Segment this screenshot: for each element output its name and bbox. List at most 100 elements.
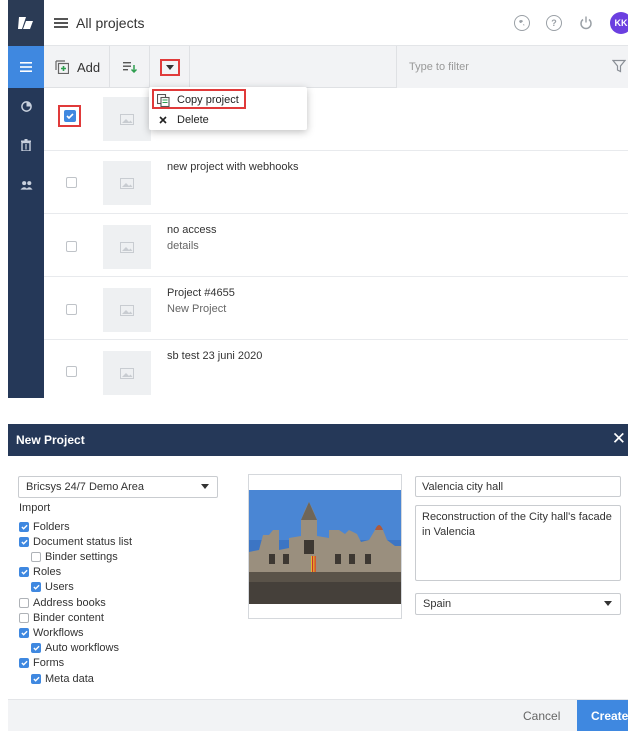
checkbox-checked-icon[interactable] [31,643,41,654]
project-thumbnail[interactable] [103,97,151,141]
sidebar-item-projects[interactable] [8,46,44,88]
close-icon[interactable]: ✕ [612,430,626,448]
import-option-label: Folders [33,520,70,533]
help-icon[interactable]: ? [546,15,562,31]
checkbox-checked-icon[interactable] [31,582,41,593]
cancel-button[interactable]: Cancel [523,709,560,723]
checkbox-checked-icon[interactable] [19,567,29,578]
country-select[interactable]: Spain [415,593,621,615]
menu-icon [20,62,32,72]
create-button[interactable]: Create [577,700,628,731]
project-thumbnail[interactable] [103,161,151,205]
project-name[interactable]: new project with webhooks [167,161,298,173]
copy-icon [157,93,170,107]
import-option[interactable]: Forms [19,656,64,671]
new-project-dialog: New Project ✕ Bricsys 24/7 Demo Area Imp… [8,424,628,731]
table-row[interactable]: Project #4655 New Project [44,277,628,340]
import-option-label: Binder content [33,611,104,624]
caret-down-icon [165,64,174,70]
toolbar: Add [44,46,628,88]
project-image[interactable] [248,474,402,619]
filter-input[interactable] [397,46,628,88]
project-name-field[interactable] [415,476,621,497]
import-option[interactable]: Meta data [31,671,94,686]
checkbox-unchecked-icon[interactable] [19,612,29,623]
row-checkbox[interactable] [66,241,77,252]
highlight-box [58,105,81,127]
dialog-header: New Project ✕ [8,424,628,456]
filter-icon[interactable] [612,59,626,73]
project-name[interactable]: Project #4655 [167,287,235,299]
import-option-label: Users [45,581,74,594]
logo-icon [18,17,33,29]
page-title: All projects [76,14,145,31]
import-option[interactable]: Address books [19,595,106,610]
menu-item-copy-project[interactable]: Copy project [149,90,307,110]
city-hall-photo [249,490,401,604]
import-option[interactable]: Document status list [19,534,132,549]
project-name[interactable]: no access [167,224,217,236]
checkbox-checked-icon[interactable] [19,521,29,532]
project-name[interactable]: sb test 23 juni 2020 [167,350,262,362]
dialog-body: Bricsys 24/7 Demo Area Import Folders Doc… [8,456,628,699]
table-row[interactable]: new project with webhooks [44,151,628,214]
import-option-label: Meta data [45,672,94,685]
import-option[interactable]: Binder content [19,610,104,625]
row-checkbox[interactable] [66,366,77,377]
filter-field [396,46,628,88]
sidebar [8,0,44,398]
row-checkbox[interactable] [66,304,77,315]
image-placeholder-icon [120,367,134,379]
checkbox-checked-icon[interactable] [19,536,29,547]
menu-item-delete[interactable]: Delete [149,110,307,130]
table-row[interactable]: no access details [44,214,628,277]
sidebar-item-users[interactable] [8,175,44,195]
add-button-label: Add [77,59,101,75]
sidebar-item-trash[interactable] [8,135,44,155]
import-option[interactable]: Workflows [19,625,84,640]
table-row[interactable] [44,88,628,151]
header-actions: ? KK [514,0,628,46]
hamburger-icon[interactable] [54,17,68,28]
import-option[interactable]: Auto workflows [31,641,119,656]
image-placeholder-icon [120,241,134,253]
checkbox-checked-icon[interactable] [31,673,41,684]
import-option-label: Forms [33,657,65,670]
import-label: Import [19,502,51,514]
row-checkbox[interactable] [63,110,76,122]
import-option[interactable]: Roles [19,565,61,580]
users-icon [19,181,33,190]
project-thumbnail[interactable] [103,288,151,332]
checkbox-checked-icon[interactable] [19,627,29,638]
actions-menu: Copy project Delete [149,87,307,130]
checkbox-unchecked-icon[interactable] [31,551,41,562]
sidebar-item-dashboard[interactable] [8,96,44,116]
add-project-icon [55,60,69,74]
project-thumbnail[interactable] [103,351,151,395]
checkbox-unchecked-icon[interactable] [19,597,29,608]
image-placeholder-icon [120,177,134,189]
caret-down-icon [604,601,612,606]
avatar[interactable]: KK [610,12,628,34]
import-option[interactable]: Users [31,580,74,595]
app-header: All projects ? KK [44,0,628,46]
row-checkbox[interactable] [66,177,77,188]
columns-button[interactable] [110,46,150,88]
globe-glyph [519,20,525,26]
import-option-label: Binder settings [45,550,118,563]
project-description-field[interactable]: Reconstruction of the City hall's facade… [415,505,621,581]
import-option-label: Address books [33,596,106,609]
template-select[interactable]: Bricsys 24/7 Demo Area [18,476,218,498]
add-button[interactable]: Add [44,46,110,88]
bricsys-logo[interactable] [8,0,44,46]
import-option[interactable]: Binder settings [31,549,118,564]
globe-icon[interactable] [514,15,530,31]
power-icon[interactable] [578,15,594,31]
project-thumbnail[interactable] [103,225,151,269]
projects-app: All projects ? KK Add Type to filter new… [8,0,628,398]
list-add-icon [122,62,137,73]
checkbox-checked-icon[interactable] [19,658,29,669]
import-option[interactable]: Folders [19,519,70,534]
table-row[interactable]: sb test 23 juni 2020 [44,340,628,398]
more-actions-button[interactable] [150,46,190,88]
